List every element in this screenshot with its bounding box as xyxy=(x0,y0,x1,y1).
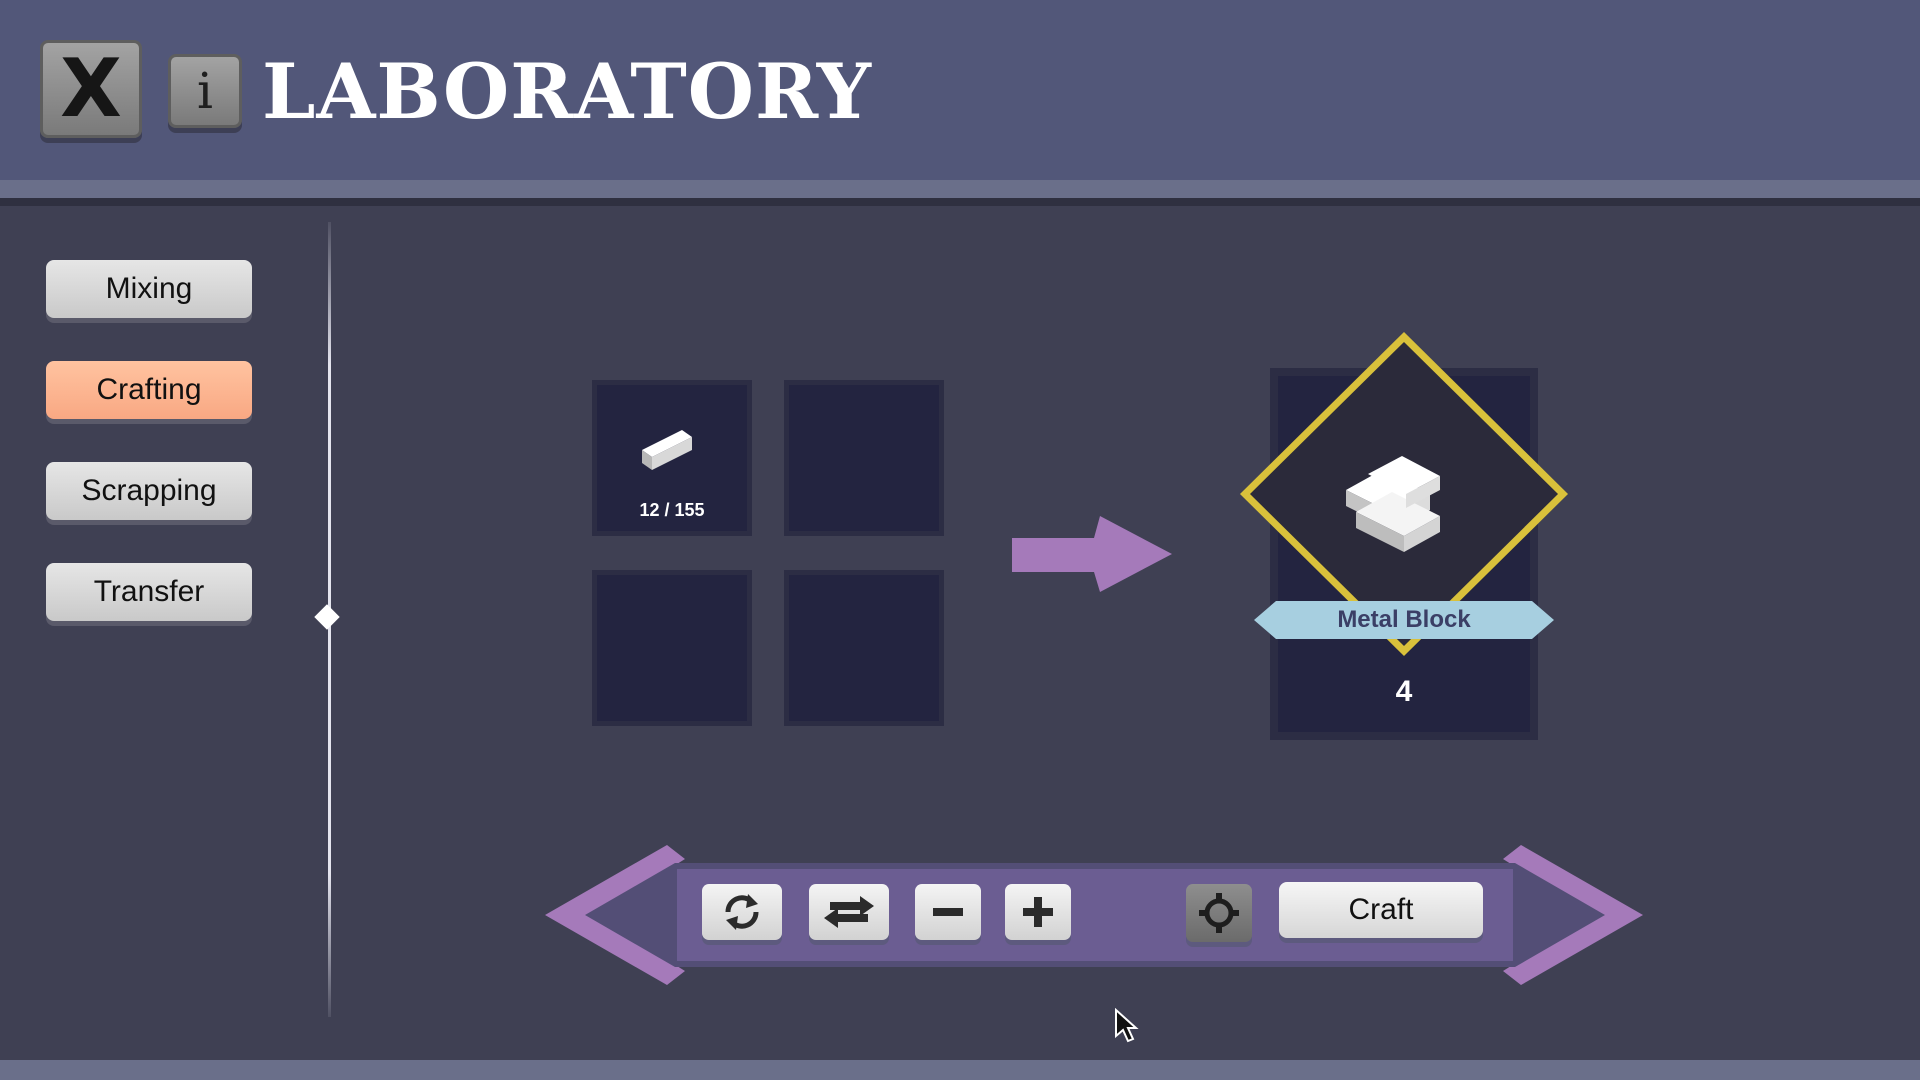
ingredient-slot-1[interactable]: 12 / 155 xyxy=(592,380,752,536)
target-button[interactable] xyxy=(1186,884,1252,942)
header-shadow xyxy=(0,198,1920,206)
decrease-button[interactable] xyxy=(915,884,981,940)
close-button[interactable]: X xyxy=(40,40,142,138)
info-button[interactable]: i xyxy=(168,54,242,128)
craft-button[interactable]: Craft xyxy=(1279,882,1483,938)
page-title: LABORATORY xyxy=(262,47,873,136)
swap-button[interactable] xyxy=(809,884,889,940)
ingredient-slot-3[interactable] xyxy=(592,570,752,726)
sidebar-item-transfer[interactable]: Transfer xyxy=(46,563,252,621)
ingredient-slot-2[interactable] xyxy=(784,380,944,536)
divider-marker xyxy=(314,604,340,630)
slot-quantity: 12 / 155 xyxy=(639,500,705,520)
result-name-banner: Metal Block xyxy=(1254,601,1554,639)
mouse-cursor-icon xyxy=(1115,1008,1139,1043)
info-icon: i xyxy=(197,62,213,120)
sidebar-item-mixing[interactable]: Mixing xyxy=(46,260,252,318)
close-icon: X xyxy=(60,42,122,135)
minus-icon xyxy=(933,908,963,916)
arrow-right-icon xyxy=(1012,516,1172,592)
sidebar-item-scrapping[interactable]: Scrapping xyxy=(46,462,252,520)
target-icon xyxy=(1199,893,1239,933)
footer-bar xyxy=(0,1060,1920,1080)
result-count: 4 xyxy=(1395,675,1413,708)
refresh-icon xyxy=(725,894,759,930)
swap-icon xyxy=(824,896,874,928)
plus-icon xyxy=(1023,897,1053,927)
ingredient-slot-4[interactable] xyxy=(784,570,944,726)
refresh-button[interactable] xyxy=(702,884,782,940)
header-divider xyxy=(0,180,1920,198)
sidebar-item-crafting[interactable]: Crafting xyxy=(46,361,252,419)
increase-button[interactable] xyxy=(1005,884,1071,940)
